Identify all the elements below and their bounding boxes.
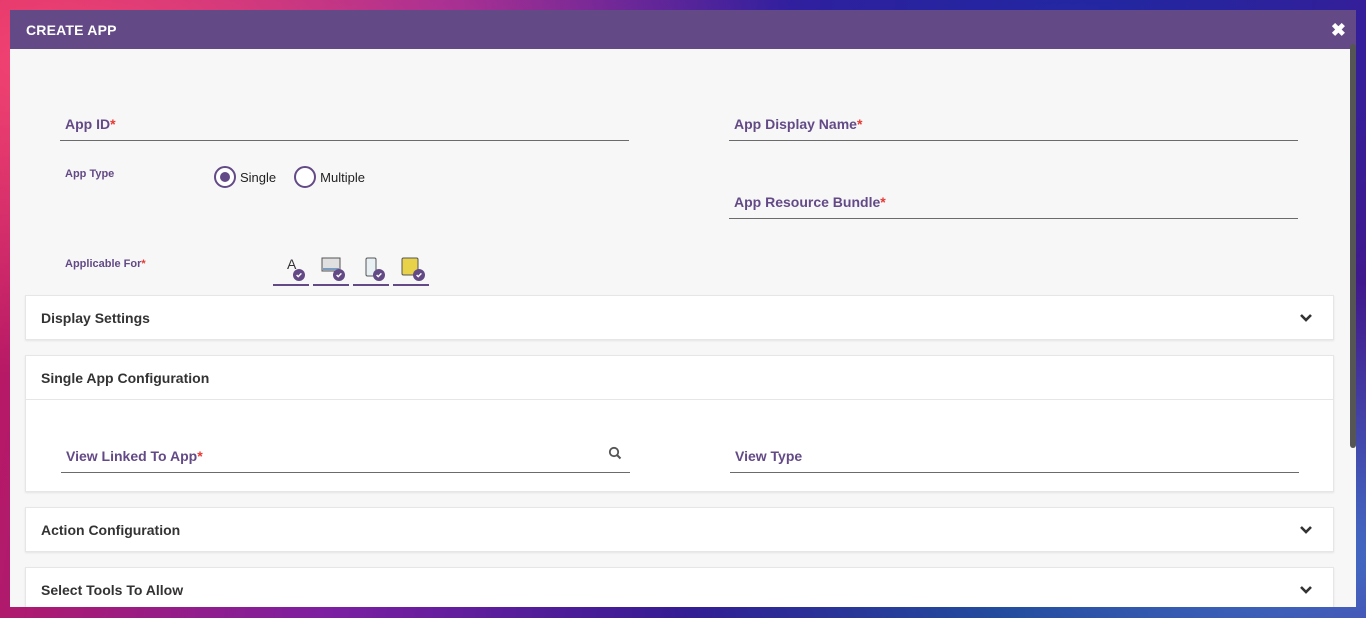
platform-desktop-toggle[interactable] bbox=[313, 256, 349, 286]
close-icon[interactable]: ✖ bbox=[1331, 21, 1346, 39]
action-configuration-section: Action Configuration bbox=[25, 507, 1334, 552]
modal-header: CREATE APP ✖ bbox=[10, 10, 1356, 49]
app-display-name-label: App Display Name* bbox=[734, 116, 863, 132]
display-settings-section: Display Settings bbox=[25, 295, 1334, 340]
select-tools-to-allow-section: Select Tools To Allow bbox=[25, 567, 1334, 607]
radio-single[interactable]: Single bbox=[214, 166, 276, 188]
platform-mobile-toggle[interactable] bbox=[353, 256, 389, 286]
single-app-configuration-section: Single App Configuration View Linked To … bbox=[25, 355, 1334, 492]
applicable-for-label: Applicable For* bbox=[65, 258, 146, 270]
check-icon bbox=[373, 269, 385, 281]
view-type-label: View Type bbox=[735, 448, 803, 464]
search-icon[interactable] bbox=[608, 446, 622, 460]
platform-tablet-toggle[interactable] bbox=[393, 256, 429, 286]
radio-multiple[interactable]: Multiple bbox=[294, 166, 365, 188]
create-app-modal: CREATE APP ✖ App ID* App Display Name* A… bbox=[10, 10, 1356, 607]
app-id-label: App ID* bbox=[65, 116, 116, 132]
action-configuration-header[interactable]: Action Configuration bbox=[26, 508, 1333, 551]
chevron-down-icon[interactable] bbox=[1299, 523, 1313, 537]
app-resource-bundle-field[interactable]: App Resource Bundle* bbox=[729, 189, 1298, 219]
chevron-down-icon[interactable] bbox=[1299, 583, 1313, 597]
action-configuration-title: Action Configuration bbox=[41, 521, 181, 538]
single-app-configuration-title: Single App Configuration bbox=[41, 369, 210, 386]
view-linked-to-app-field[interactable]: View Linked To App* bbox=[61, 443, 630, 473]
radio-single-circle[interactable] bbox=[214, 166, 236, 188]
chevron-down-icon[interactable] bbox=[1299, 311, 1313, 325]
app-type-radio-group: Single Multiple bbox=[214, 166, 365, 188]
app-type-label: App Type bbox=[65, 168, 115, 180]
select-tools-to-allow-title: Select Tools To Allow bbox=[41, 581, 184, 598]
radio-multiple-label: Multiple bbox=[320, 169, 365, 185]
check-icon bbox=[333, 269, 345, 281]
display-settings-title: Display Settings bbox=[41, 309, 150, 326]
platform-selector: A bbox=[273, 256, 429, 286]
radio-single-label: Single bbox=[240, 169, 277, 185]
check-icon bbox=[413, 269, 425, 281]
single-app-configuration-header: Single App Configuration bbox=[26, 356, 1333, 399]
radio-multiple-circle[interactable] bbox=[294, 166, 317, 188]
view-linked-to-app-label: View Linked To App* bbox=[66, 448, 203, 464]
view-type-field[interactable]: View Type bbox=[730, 443, 1299, 473]
display-settings-header[interactable]: Display Settings bbox=[26, 296, 1333, 339]
check-icon bbox=[293, 269, 305, 281]
scrollbar[interactable] bbox=[1350, 44, 1356, 448]
section-divider bbox=[26, 399, 1333, 400]
app-display-name-field[interactable]: App Display Name* bbox=[729, 111, 1298, 141]
platform-text-toggle[interactable]: A bbox=[273, 256, 309, 286]
app-resource-bundle-label: App Resource Bundle* bbox=[734, 194, 886, 210]
app-id-field[interactable]: App ID* bbox=[60, 111, 629, 141]
modal-title: CREATE APP bbox=[26, 21, 117, 38]
select-tools-to-allow-header[interactable]: Select Tools To Allow bbox=[26, 568, 1333, 607]
